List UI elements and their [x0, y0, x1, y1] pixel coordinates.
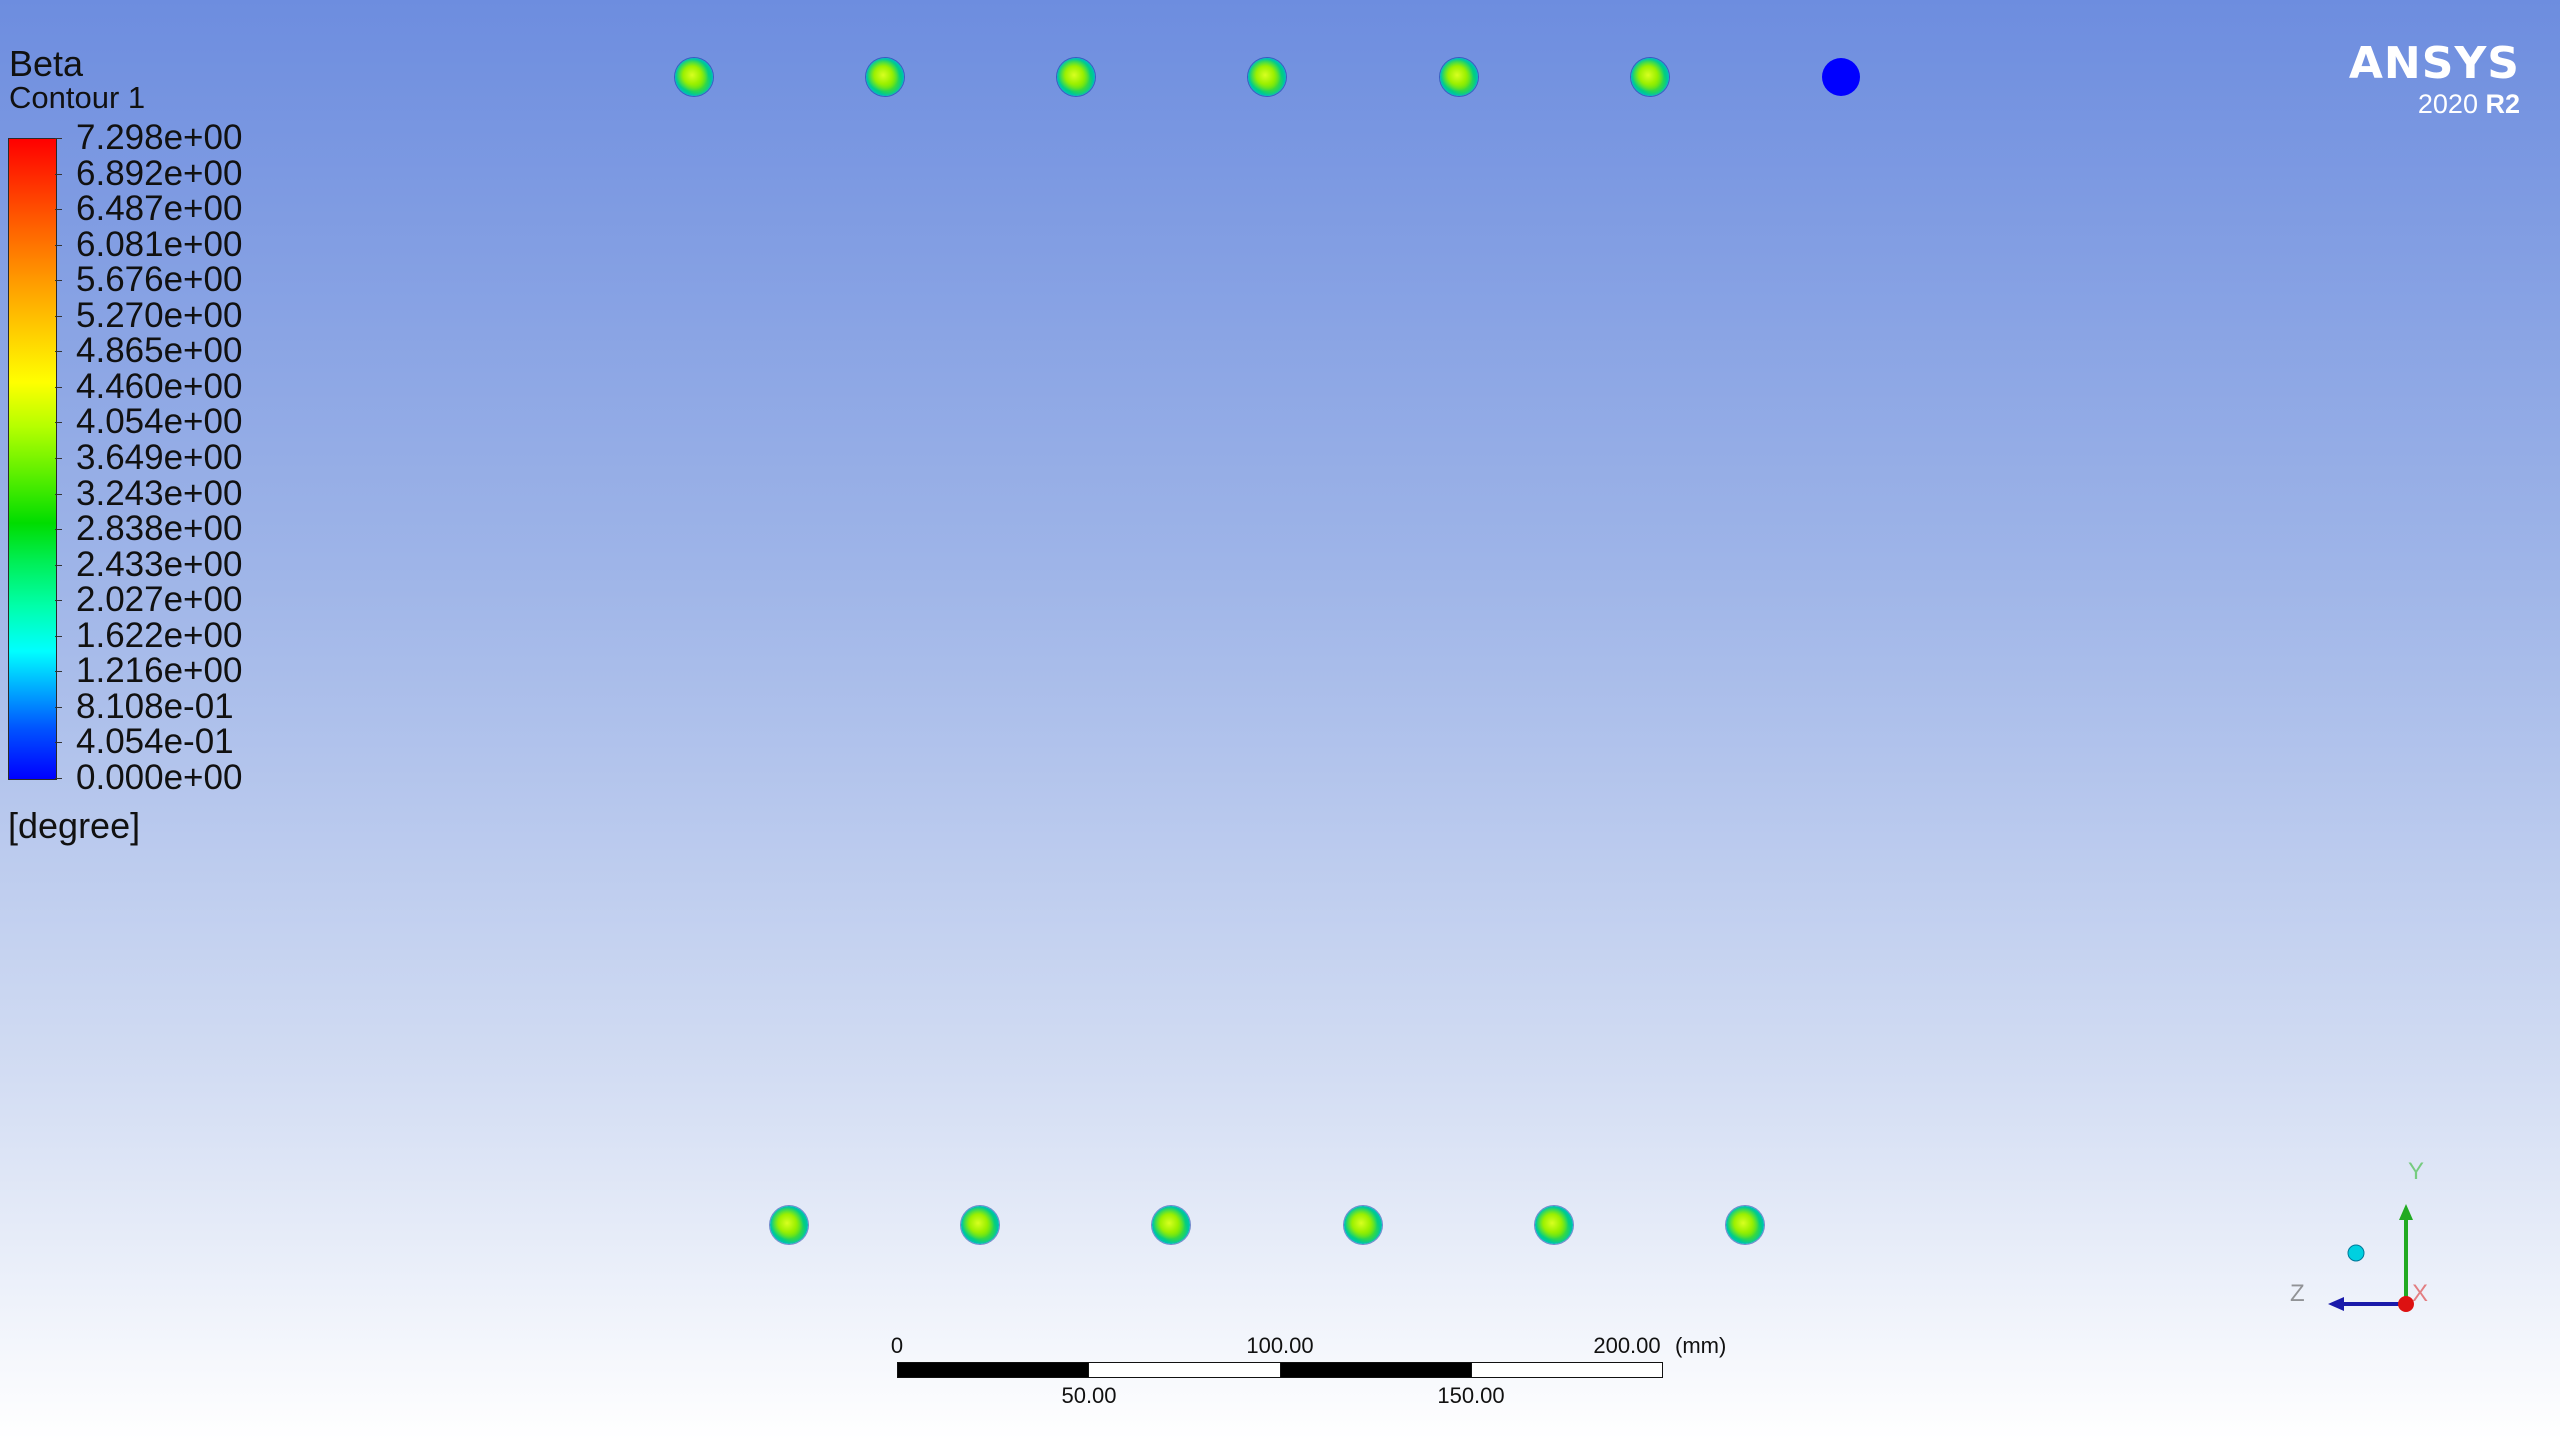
legend-tick [55, 386, 62, 388]
legend-subtitle: Contour 1 [9, 80, 146, 115]
cylinder-bottom-3 [1152, 1206, 1190, 1244]
scale-segment-3 [1280, 1362, 1472, 1378]
legend-tick [55, 173, 62, 175]
y-axis-label: Y [2408, 1158, 2425, 1185]
legend-tick [55, 635, 62, 637]
legend-label: 6.487e+00 [76, 189, 243, 229]
legend-tick [55, 458, 62, 459]
scale-segment-4 [1471, 1362, 1663, 1378]
legend-label: 1.622e+00 [76, 615, 243, 655]
z-axis-label: Z [2290, 1280, 2305, 1307]
legend-label: 3.649e+00 [76, 438, 243, 477]
scale-segment-1 [897, 1362, 1089, 1378]
legend-tick [55, 422, 62, 424]
cylinder-top-2 [866, 58, 904, 96]
legend-title: Beta [9, 43, 84, 84]
logo-version: 2020 R2 [2349, 88, 2520, 120]
legend-tick [55, 209, 62, 211]
legend-label: 0.000e+00 [76, 758, 243, 797]
legend-label: 7.298e+00 [76, 118, 243, 157]
legend-label: 2.838e+00 [76, 509, 243, 549]
scale-label-100: 100.00 [1246, 1333, 1314, 1358]
legend-tick [55, 529, 62, 531]
legend-unit: [degree] [8, 805, 141, 846]
legend-tick-marks [55, 138, 63, 779]
legend-tick [55, 493, 62, 495]
legend-label: 3.243e+00 [76, 473, 243, 513]
triad-origin-sphere [2347, 1244, 2365, 1262]
cylinder-top-4 [1248, 58, 1286, 96]
legend-label: 5.270e+00 [76, 295, 243, 335]
legend-tick [55, 778, 62, 779]
legend-tick [55, 564, 62, 566]
legend-tick [55, 600, 62, 602]
scale-label-0: 0 [890, 1333, 904, 1358]
legend-label: 4.054e-01 [76, 722, 234, 762]
scale-unit: (mm) [1675, 1333, 1727, 1358]
legend-label: 5.676e+00 [76, 260, 243, 300]
legend-label: 2.433e+00 [76, 544, 243, 584]
logo-brand: ANSYS [2348, 38, 2520, 89]
y-axis-arrow [2399, 1204, 2413, 1220]
legend-label: 4.054e+00 [76, 402, 243, 442]
legend-label: 4.460e+00 [76, 366, 243, 406]
legend-label: 1.216e+00 [76, 651, 243, 691]
cylinder-bottom-2 [961, 1206, 999, 1244]
cylinder-bottom-1 [770, 1206, 808, 1244]
scale-label-50: 50.00 [1061, 1383, 1117, 1408]
legend-label: 2.027e+00 [76, 580, 243, 620]
legend-tick [55, 671, 62, 673]
legend-tick [55, 138, 62, 139]
cylinder-top-5 [1440, 58, 1478, 96]
graphics-viewport[interactable]: Beta Contour 1 7.298e+00 6.892e+00 6.487e+… [0, 0, 2560, 1440]
legend-tick [55, 244, 62, 246]
x-axis-label: X [2412, 1280, 2429, 1307]
cylinder-bottom-4 [1344, 1206, 1382, 1244]
legend-tick [55, 706, 62, 708]
legend-tick [55, 742, 62, 744]
scale-label-150: 150.00 [1437, 1383, 1505, 1408]
legend-label: 6.892e+00 [76, 153, 243, 193]
cylinder-bottom-6 [1726, 1206, 1764, 1244]
legend-colorbar [8, 138, 57, 780]
cylinder-bottom-5 [1535, 1206, 1573, 1244]
cylinder-top-6 [1631, 58, 1669, 96]
legend-label: 4.865e+00 [76, 331, 243, 371]
legend-label: 8.108e-01 [76, 686, 234, 726]
legend-tick [55, 315, 62, 317]
axis-triad[interactable]: Y Z X [2290, 1160, 2450, 1320]
legend-tick [55, 280, 62, 282]
scale-label-200: 200.00 [1593, 1333, 1661, 1358]
cylinder-top-7 [1822, 58, 1860, 96]
scale-bar: 0 100.00 200.00 (mm) 50.00 150.00 [891, 1330, 1726, 1410]
ansys-logo: ANSYS 2020 R2 [2349, 40, 2520, 120]
cylinder-top-1 [675, 58, 713, 96]
z-axis-arrow [2328, 1297, 2344, 1311]
logo-version-release: R2 [2485, 89, 2520, 119]
legend-tick [55, 351, 62, 353]
legend-label: 6.081e+00 [76, 224, 243, 264]
logo-version-year: 2020 [2417, 89, 2478, 119]
scale-segment-2 [1088, 1362, 1281, 1378]
cylinder-top-3 [1057, 58, 1095, 96]
